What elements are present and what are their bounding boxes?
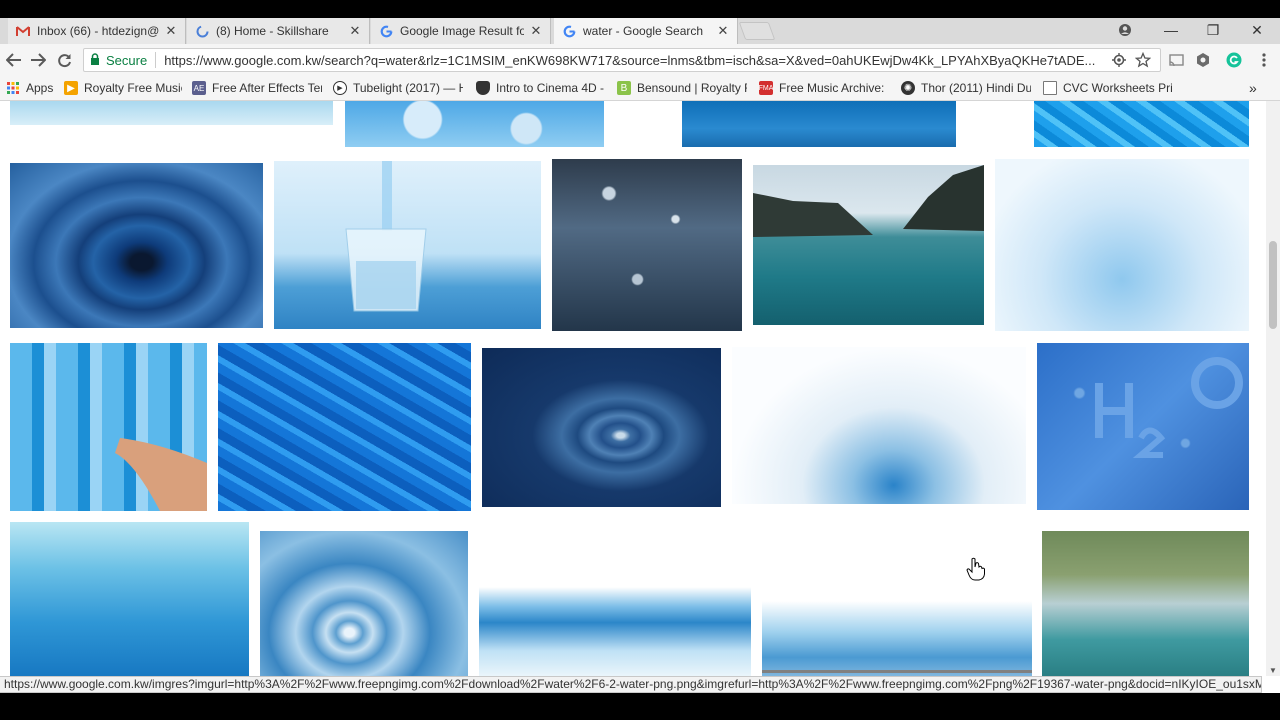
bookmark-star-icon[interactable] bbox=[1135, 52, 1151, 68]
scroll-down-arrow-icon[interactable]: ▼ bbox=[1268, 666, 1278, 675]
browser-window: Inbox (66) - htdezign@g ✕ (8) Home - Ski… bbox=[0, 0, 1280, 720]
image-h2o[interactable] bbox=[1037, 343, 1249, 510]
google-icon bbox=[562, 24, 576, 38]
image-drops-dark[interactable] bbox=[552, 159, 742, 331]
bookmark-tubelight[interactable]: ▶ Tubelight (2017) — H bbox=[333, 80, 463, 96]
scrollbar-thumb[interactable] bbox=[1269, 241, 1277, 329]
image-glass[interactable] bbox=[274, 161, 541, 329]
location-icon[interactable] bbox=[1111, 52, 1127, 68]
music-icon: ▶ bbox=[64, 81, 78, 95]
bookmark-label: Tubelight (2017) — H bbox=[353, 81, 463, 95]
cliffs-illustration bbox=[753, 165, 984, 237]
image-wave-splash[interactable] bbox=[479, 549, 751, 676]
image-partial-3[interactable] bbox=[682, 101, 956, 147]
menu-icon[interactable] bbox=[1256, 52, 1272, 68]
tab-title: Google Image Result for bbox=[400, 24, 524, 38]
tab-strip: Inbox (66) - htdezign@g ✕ (8) Home - Ski… bbox=[0, 0, 1280, 44]
tab-close-icon[interactable]: ✕ bbox=[530, 23, 542, 39]
bookmark-label: Intro to Cinema 4D - bbox=[496, 81, 604, 95]
bookmark-label: Bensound | Royalty F bbox=[637, 81, 747, 95]
grammarly-icon[interactable] bbox=[1226, 52, 1242, 68]
bookmark-label: Apps bbox=[26, 81, 54, 95]
image-partial-1[interactable] bbox=[10, 101, 333, 125]
image-underline bbox=[762, 670, 1032, 673]
bookmark-cinema4d[interactable]: Intro to Cinema 4D - bbox=[476, 80, 604, 96]
bookmark-label: Free Music Archive: P bbox=[779, 81, 887, 95]
shield-icon bbox=[476, 81, 490, 95]
bookmark-label: CVC Worksheets Prin bbox=[1063, 81, 1173, 95]
extension-icon[interactable] bbox=[1195, 52, 1211, 68]
loading-icon bbox=[195, 24, 209, 38]
bookmark-apps[interactable]: Apps bbox=[6, 80, 53, 96]
play-icon: ▶ bbox=[333, 81, 347, 95]
new-tab-button[interactable] bbox=[738, 22, 776, 40]
image-underwater[interactable] bbox=[10, 522, 249, 676]
image-sea-cliffs[interactable] bbox=[753, 165, 984, 325]
image-results-grid bbox=[0, 101, 1266, 676]
omnibox-separator bbox=[155, 52, 157, 68]
bookmarks-overflow-icon[interactable]: » bbox=[1249, 80, 1257, 96]
bookmark-label: Thor (2011) Hindi Du bbox=[921, 81, 1031, 95]
image-splash-light[interactable] bbox=[995, 159, 1249, 331]
bookmark-bensound[interactable]: B Bensound | Royalty F bbox=[617, 80, 747, 96]
bookmark-label: Free After Effects Ten bbox=[212, 81, 322, 95]
reload-icon[interactable] bbox=[54, 50, 74, 70]
url-text[interactable]: https://www.google.com.kw/search?q=water… bbox=[164, 53, 1160, 68]
tab-title: water - Google Search bbox=[583, 24, 704, 38]
hand-illustration bbox=[115, 438, 207, 511]
bookmarks-bar: Apps ▶ Royalty Free Music AE Free After … bbox=[0, 76, 1280, 101]
tab-google-image-result[interactable]: Google Image Result for ✕ bbox=[371, 18, 551, 44]
bookmark-cvc-worksheets[interactable]: CVC Worksheets Prin bbox=[1043, 80, 1173, 96]
fma-icon: FMA bbox=[759, 81, 773, 95]
ae-icon: AE bbox=[192, 81, 206, 95]
cast-icon[interactable] bbox=[1168, 52, 1184, 68]
bottom-letterbox bbox=[0, 693, 1280, 720]
tab-skillshare[interactable]: (8) Home - Skillshare ✕ bbox=[187, 18, 370, 44]
tab-gmail[interactable]: Inbox (66) - htdezign@g ✕ bbox=[8, 18, 186, 44]
secure-label: Secure bbox=[106, 52, 148, 68]
image-bottles[interactable] bbox=[10, 343, 207, 511]
page-icon bbox=[1043, 81, 1057, 95]
profile-icon[interactable] bbox=[1110, 20, 1140, 40]
vertical-scrollbar[interactable]: ▼ bbox=[1266, 101, 1280, 676]
forward-icon[interactable] bbox=[28, 50, 48, 70]
image-pool[interactable] bbox=[218, 343, 471, 511]
h2o-illustration bbox=[1095, 357, 1243, 458]
bookmark-free-music-archive[interactable]: FMA Free Music Archive: P bbox=[759, 80, 887, 96]
tab-close-icon[interactable]: ✕ bbox=[349, 23, 361, 39]
bookmark-thor[interactable]: ✺ Thor (2011) Hindi Du bbox=[901, 80, 1031, 96]
bookmark-royalty-free-music[interactable]: ▶ Royalty Free Music bbox=[64, 80, 182, 96]
apps-grid-icon bbox=[6, 81, 20, 95]
toolbar: Secure https://www.google.com.kw/search?… bbox=[0, 44, 1280, 76]
address-bar[interactable]: Secure https://www.google.com.kw/search?… bbox=[83, 48, 1161, 72]
image-river[interactable] bbox=[1042, 531, 1249, 676]
image-partial-2[interactable] bbox=[345, 101, 604, 147]
bensound-icon: B bbox=[617, 81, 631, 95]
tab-water-google-search[interactable]: water - Google Search ✕ bbox=[554, 18, 738, 44]
tab-title: (8) Home - Skillshare bbox=[216, 24, 329, 38]
close-window-button[interactable]: ✕ bbox=[1242, 20, 1272, 40]
image-partial-4[interactable] bbox=[1034, 101, 1249, 147]
image-whirlpool[interactable] bbox=[10, 163, 263, 328]
hand-cursor-icon bbox=[966, 557, 986, 581]
back-icon[interactable] bbox=[4, 50, 24, 70]
bookmark-after-effects[interactable]: AE Free After Effects Ten bbox=[192, 80, 322, 96]
image-splash-png[interactable] bbox=[762, 551, 1032, 676]
tab-close-icon[interactable]: ✕ bbox=[717, 23, 729, 39]
tab-close-icon[interactable]: ✕ bbox=[165, 23, 177, 39]
bookmark-label: Royalty Free Music bbox=[84, 81, 182, 95]
maximize-button[interactable]: ❐ bbox=[1198, 20, 1228, 40]
lock-icon bbox=[90, 52, 100, 68]
image-drop-ripples[interactable] bbox=[482, 348, 721, 507]
glass-illustration bbox=[345, 161, 427, 312]
gmail-icon bbox=[16, 24, 30, 38]
google-icon bbox=[379, 24, 393, 38]
tab-title: Inbox (66) - htdezign@g bbox=[37, 24, 159, 38]
reel-icon: ✺ bbox=[901, 81, 915, 95]
minimize-button[interactable]: — bbox=[1156, 20, 1186, 40]
image-crown-splash[interactable] bbox=[732, 347, 1026, 504]
image-drop-blue[interactable] bbox=[260, 531, 468, 676]
status-bar: https://www.google.com.kw/imgres?imgurl=… bbox=[0, 676, 1262, 693]
